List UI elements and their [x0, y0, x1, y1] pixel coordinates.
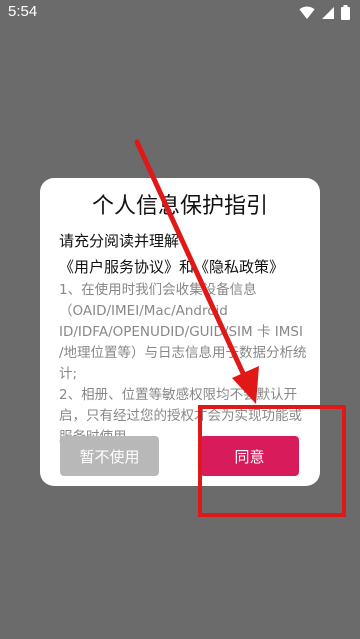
- decline-button[interactable]: 暂不使用: [60, 436, 159, 476]
- status-bar: 5:54: [0, 0, 360, 24]
- permission-paragraph-1: 1、在使用时我们会收集设备信息（OAID/IMEI/Mac/Android ID…: [59, 282, 307, 382]
- wifi-icon: [299, 6, 315, 19]
- status-time: 5:54: [8, 3, 38, 20]
- dialog-title: 个人信息保护指引: [91, 194, 268, 219]
- agreement-links[interactable]: 《用户服务协议》和《隐私政策》: [59, 256, 284, 277]
- status-icons: [299, 5, 350, 20]
- dialog-subtitle: 请充分阅读并理解: [59, 232, 180, 250]
- battery-icon: [341, 5, 350, 20]
- annotation-highlight-box: [198, 405, 346, 517]
- signal-icon: [322, 6, 334, 19]
